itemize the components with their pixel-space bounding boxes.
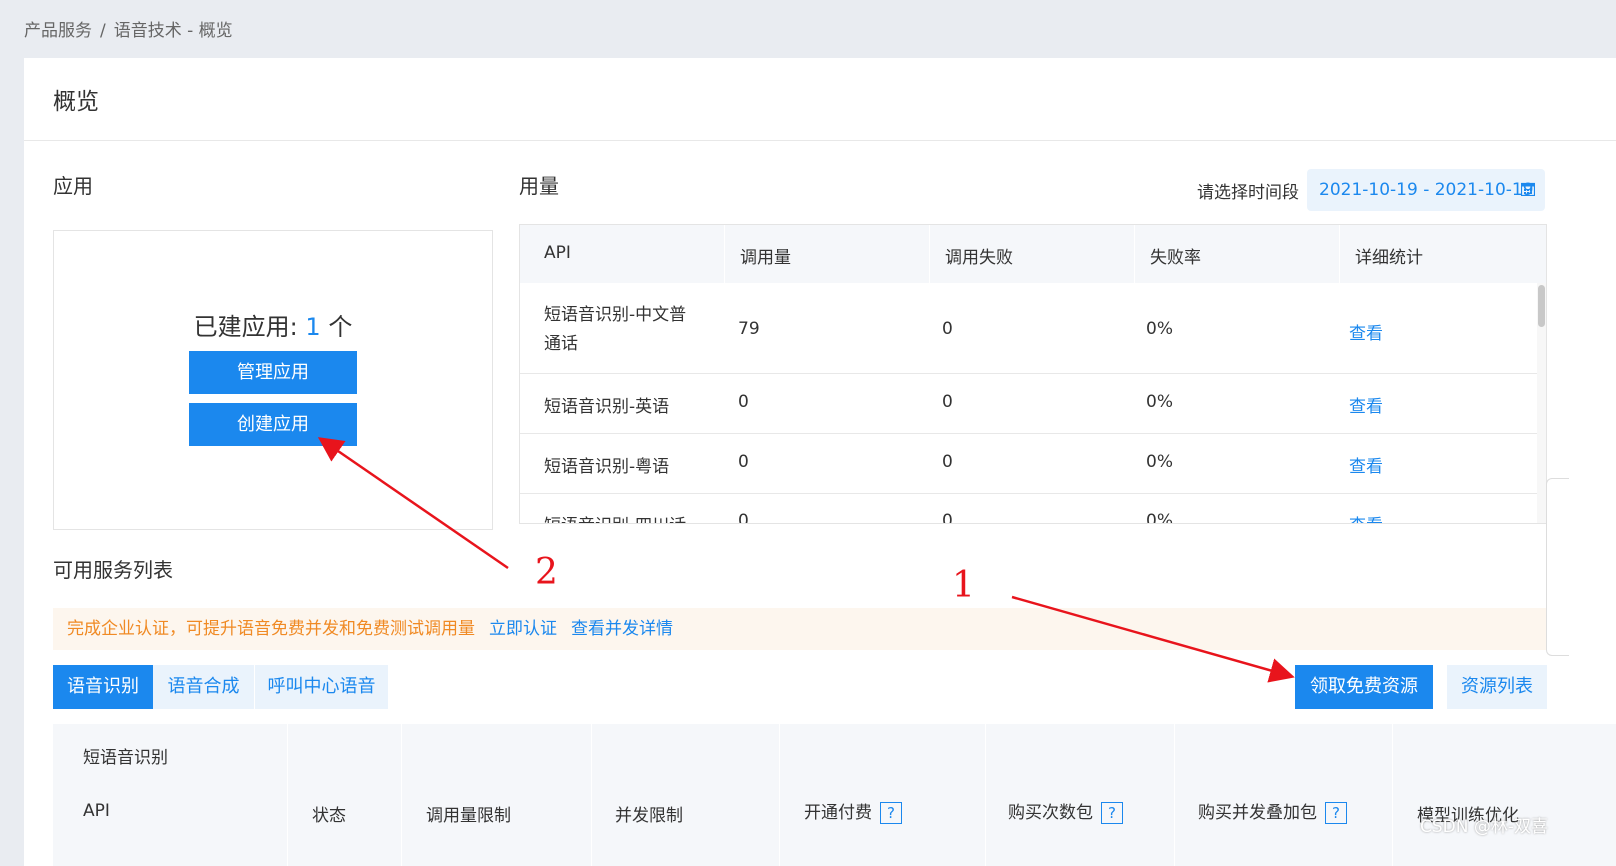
arrow-to-free-resource [1011, 595, 1295, 683]
watermark: CSDN @林-双喜 [1420, 817, 1549, 837]
annotation-label-2: 2 [535, 552, 558, 593]
annotation-arrows [317, 437, 1295, 683]
annotation-label-1: 1 [952, 565, 975, 606]
arrow-to-create-app [317, 437, 509, 570]
